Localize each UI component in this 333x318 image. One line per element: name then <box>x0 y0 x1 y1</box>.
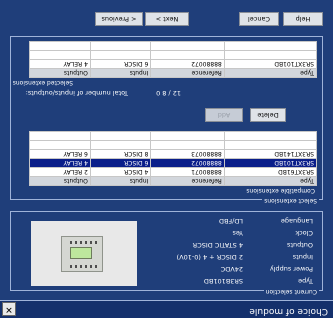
col-type[interactable]: Type <box>224 68 317 78</box>
prop-key: Clock <box>295 229 313 237</box>
table-row <box>29 50 317 60</box>
col-inputs[interactable]: Inputs <box>90 176 151 186</box>
prop-value: 4 STATIC DISCR <box>192 241 243 249</box>
table-row[interactable]: SR3XT101BD 88880072 6 DISCR 4 RELAY <box>29 59 317 69</box>
cell: 6 RELAY <box>29 149 91 159</box>
help-button[interactable]: Help <box>283 12 323 26</box>
module-choice-window: Choice of module ✕ Current selection Typ… <box>0 0 333 318</box>
prop-key: Outputs <box>287 241 313 249</box>
plc-device-icon <box>61 236 103 272</box>
selected-extensions-label: Selected extensions <box>12 79 73 86</box>
close-icon[interactable]: ✕ <box>2 302 16 316</box>
col-reference[interactable]: Reference <box>150 68 225 78</box>
cancel-button[interactable]: Cancel <box>239 12 279 26</box>
cell: 8 DISCR <box>90 149 151 159</box>
prop-value: Yes <box>232 229 244 237</box>
prop-value: 2 DISCR + 4 (0-10V) <box>176 253 243 261</box>
cell: SR3XT141BD <box>224 149 317 159</box>
cell: 4 DISCR <box>90 167 151 177</box>
add-button[interactable]: Add <box>205 108 243 122</box>
prop-value: 24VDC <box>220 265 243 273</box>
delete-button[interactable]: Delete <box>250 108 286 122</box>
table-row <box>29 131 317 141</box>
cell: 6 DISCR <box>90 158 151 168</box>
cell: 88880071 <box>150 167 225 177</box>
cell: 4 RELAY <box>29 158 91 168</box>
prop-value: LD/FBD <box>218 217 243 225</box>
col-outputs[interactable]: Outputs <box>29 68 91 78</box>
module-image <box>31 221 137 286</box>
col-type[interactable]: Type <box>224 176 317 186</box>
cell: 88880073 <box>150 149 225 159</box>
table-row <box>29 41 317 51</box>
flipped-content: Choice of module ✕ Current selection Typ… <box>0 0 333 318</box>
col-inputs[interactable]: Inputs <box>90 68 151 78</box>
previous-button[interactable]: < Previous <box>95 12 143 26</box>
table-row-selected[interactable]: SR3XT101BD 88880072 6 DISCR 4 RELAY <box>29 158 317 168</box>
table-row[interactable]: SR3XT61BD 88880071 4 DISCR 2 RELAY <box>29 167 317 177</box>
total-io-value: 12 / 8 0 <box>156 89 181 97</box>
cell: 88880072 <box>150 158 225 168</box>
cell: SR3XT61BD <box>224 167 317 177</box>
current-selection-label: Current selection <box>263 288 319 295</box>
title-bar: Choice of module ✕ <box>0 300 333 318</box>
cell: SR3XT101BD <box>224 59 317 69</box>
table-header: Type Reference Inputs Outputs <box>29 176 317 186</box>
total-io-label: Total number of inputs/outputs: <box>25 89 128 97</box>
compatible-extensions-table: Type Reference Inputs Outputs SR3XT61BD … <box>29 131 317 186</box>
table-row <box>29 140 317 150</box>
prop-key: Inputs <box>292 253 313 261</box>
prop-value: SR3B101BD <box>203 277 243 285</box>
window-title: Choice of module <box>249 306 328 316</box>
selected-extensions-table: Type Reference Inputs Outputs SR3XT101BD… <box>29 41 317 78</box>
next-button[interactable]: Next > <box>145 12 189 26</box>
compatible-extensions-label: Compatible extensions <box>246 187 315 194</box>
prop-key: Power supply <box>269 265 313 273</box>
prop-key: Type <box>298 277 313 285</box>
cell: 2 RELAY <box>29 167 91 177</box>
table-row[interactable]: SR3XT141BD 88880073 8 DISCR 6 RELAY <box>29 149 317 159</box>
cell: 88880072 <box>150 59 225 69</box>
col-outputs[interactable]: Outputs <box>29 176 91 186</box>
cell: 6 DISCR <box>90 59 151 69</box>
table-header: Type Reference Inputs Outputs <box>29 68 317 78</box>
cell: SR3XT101BD <box>224 158 317 168</box>
select-extensions-label: Select extensions <box>262 197 319 204</box>
col-reference[interactable]: Reference <box>150 176 225 186</box>
cell: 4 RELAY <box>29 59 91 69</box>
prop-key: Language <box>280 217 313 225</box>
